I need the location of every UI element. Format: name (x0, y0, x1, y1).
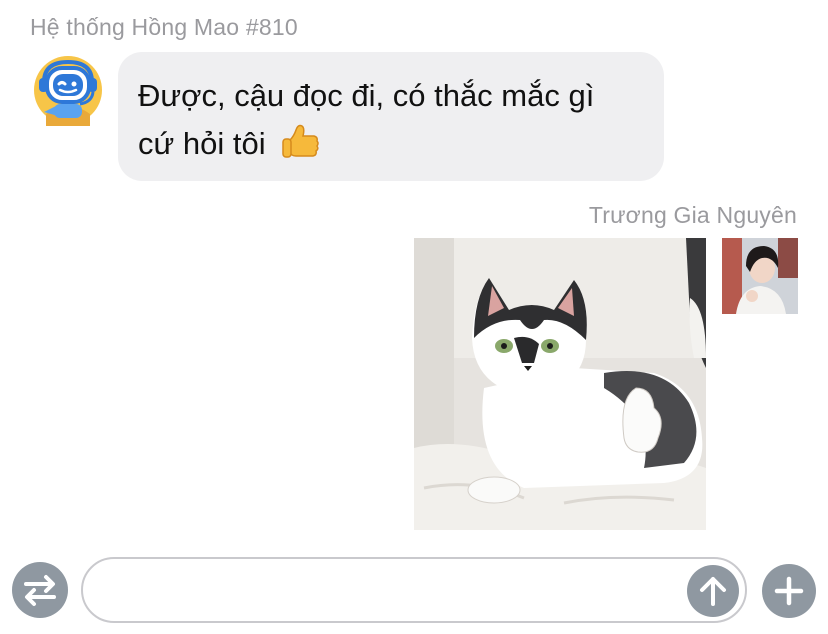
robot-headset-icon (34, 56, 102, 126)
arrow-up-icon (700, 577, 726, 606)
message-line-1: Được, cậu đọc đi, có thắc mắc gì (138, 78, 595, 113)
add-button[interactable] (762, 564, 816, 618)
thumbs-up-icon (280, 120, 322, 162)
incoming-sender-name: Hệ thống Hồng Mao #810 (30, 14, 298, 40)
message-line-2: cứ hỏi tôi (138, 126, 266, 161)
plus-icon (774, 576, 804, 606)
message-input[interactable] (105, 567, 689, 615)
bot-avatar[interactable] (32, 54, 104, 126)
message-input-container (81, 557, 747, 623)
swap-arrows-icon (24, 575, 56, 606)
user-avatar-photo[interactable] (722, 238, 798, 314)
swap-button[interactable] (12, 562, 68, 618)
cat-thumbs-up-photo[interactable] (414, 238, 706, 530)
outgoing-sender-name: Trương Gia Nguyên (588, 202, 797, 228)
send-button[interactable] (687, 565, 739, 617)
incoming-message-bubble[interactable]: Được, cậu đọc đi, có thắc mắc gì cứ hỏi … (118, 52, 664, 181)
